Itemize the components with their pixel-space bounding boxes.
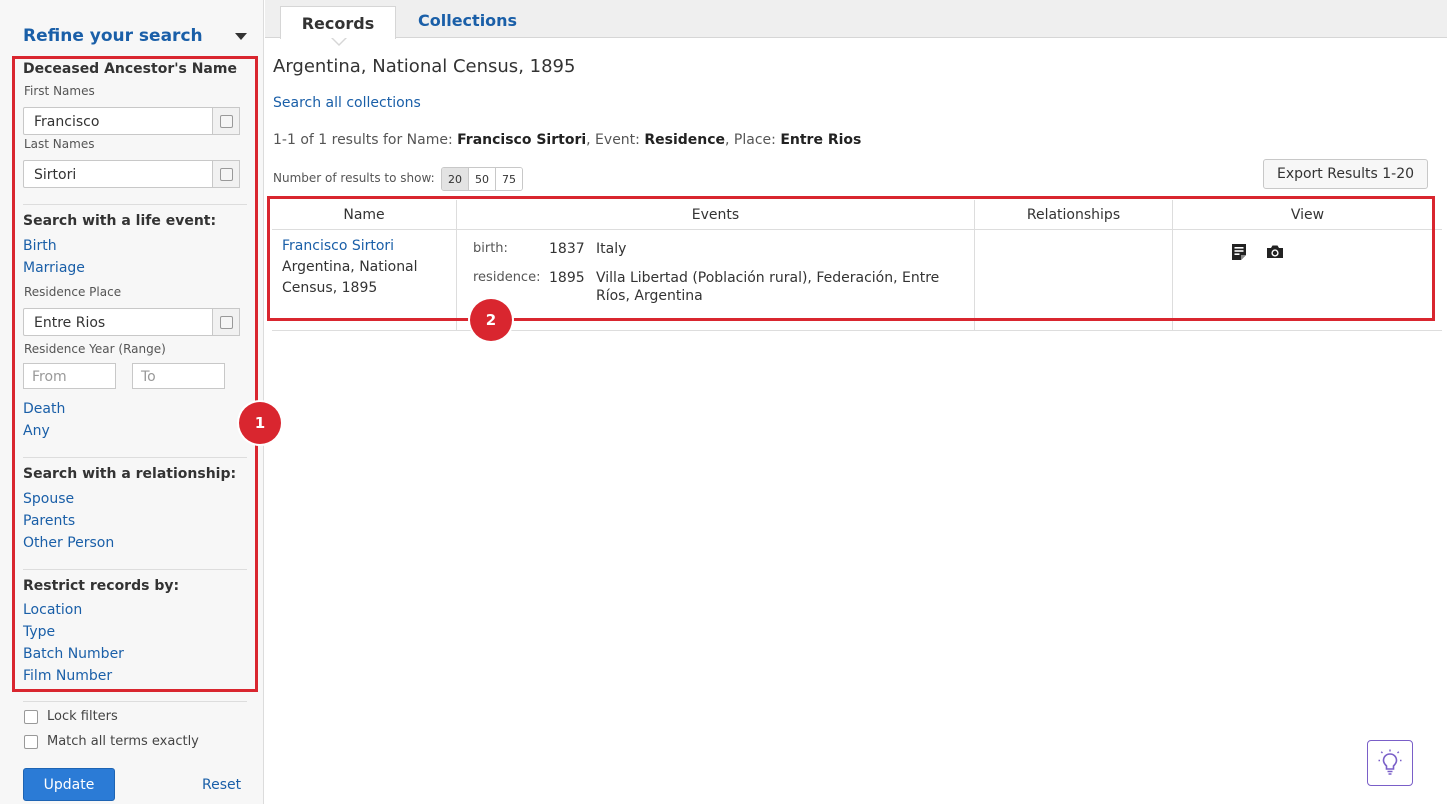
export-results-button[interactable]: Export Results 1-20 xyxy=(1263,159,1428,189)
page-size-selector: 20 50 75 xyxy=(441,167,523,191)
results-summary: 1-1 of 1 results for Name: Francisco Sir… xyxy=(273,132,861,148)
lightbulb-icon[interactable] xyxy=(1367,740,1413,786)
lock-filters-checkbox[interactable]: Lock filters xyxy=(24,709,118,724)
num-results-label: Number of results to show: xyxy=(273,171,435,185)
summary-place-label: , Place: xyxy=(725,132,781,148)
match-exact-label: Match all terms exactly xyxy=(47,734,199,749)
tab-records[interactable]: Records xyxy=(280,6,396,39)
refine-search-title[interactable]: Refine your search xyxy=(23,26,203,46)
tab-collections[interactable]: Collections xyxy=(418,11,517,30)
tab-pointer-inner xyxy=(332,37,346,44)
highlight-box-results xyxy=(267,196,1435,321)
collection-title: Argentina, National Census, 1895 xyxy=(273,56,576,77)
summary-name: Francisco Sirtori xyxy=(457,132,587,148)
match-exact-checkbox[interactable]: Match all terms exactly xyxy=(24,734,199,749)
divider xyxy=(23,701,247,702)
page-size-50[interactable]: 50 xyxy=(469,168,496,190)
summary-event: Residence xyxy=(644,132,726,148)
chevron-down-icon[interactable] xyxy=(235,33,247,40)
highlight-box-filters xyxy=(12,56,258,692)
summary-event-label: , Event: xyxy=(586,132,645,148)
reset-link[interactable]: Reset xyxy=(202,777,241,793)
annotation-badge-2: 2 xyxy=(470,299,512,341)
annotation-badge-1: 1 xyxy=(239,402,281,444)
page-size-75[interactable]: 75 xyxy=(496,168,522,190)
page-size-20[interactable]: 20 xyxy=(442,168,469,190)
summary-place: Entre Rios xyxy=(780,132,862,148)
update-button[interactable]: Update xyxy=(23,768,115,801)
checkbox-icon xyxy=(24,734,38,749)
summary-prefix: 1-1 of 1 results for Name: xyxy=(273,132,458,148)
lock-filters-label: Lock filters xyxy=(47,709,118,724)
search-all-collections-link[interactable]: Search all collections xyxy=(273,95,421,111)
checkbox-icon xyxy=(24,709,38,724)
